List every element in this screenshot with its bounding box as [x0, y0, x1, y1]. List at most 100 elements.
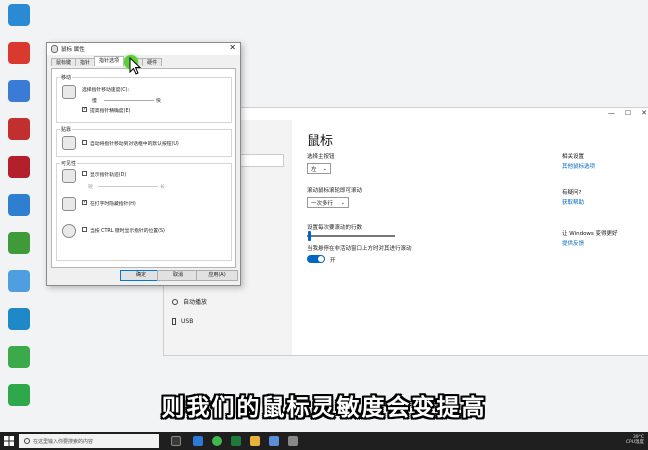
visibility-group-label: 可见性: [60, 160, 78, 167]
task-view-icon[interactable]: [171, 436, 181, 446]
trails-label: 显示指针轨迹(D): [90, 173, 127, 178]
desktop-icon[interactable]: [2, 194, 36, 217]
hide-pointer-icon: [62, 197, 76, 211]
primary-button-label: 选择主按钮: [307, 154, 335, 160]
feedback-link[interactable]: 提供反馈: [562, 239, 584, 247]
precision-checkbox[interactable]: ✓: [82, 107, 87, 112]
lines-slider-track[interactable]: [307, 235, 395, 237]
get-help-link[interactable]: 获取帮助: [562, 198, 584, 206]
maximize-button[interactable]: ☐: [625, 109, 631, 117]
subtitle-caption: 则我们的鼠标灵敏度会变提高: [161, 395, 487, 421]
chevron-down-icon: ⌄: [340, 199, 345, 206]
desktop-icon[interactable]: [2, 346, 36, 369]
app-icon: [8, 42, 30, 64]
toggle-state: 开: [330, 258, 336, 264]
pointer-options-panel: 移动 选择指针移动速度(C): 慢 快 ✓ 提高指针精确度(E) 贴靠 自动将指…: [51, 68, 236, 268]
sidebar-item-usb[interactable]: USB: [172, 318, 193, 325]
minimize-button[interactable]: —: [608, 109, 615, 117]
related-settings-title: 相关设置: [562, 154, 585, 160]
search-placeholder: 在这里输入你要搜索的内容: [33, 438, 94, 445]
desktop-icon[interactable]: [2, 308, 36, 331]
inactive-scroll-toggle[interactable]: [307, 255, 325, 263]
desktop-icon[interactable]: [2, 270, 36, 293]
desktop: — ☐ ✕ 自动播放 USB 鼠标 选择主按钮 左 ⌄ 滚动鼠标滚轮即可滚动 一…: [0, 0, 648, 432]
sidebar-item-label: 自动播放: [183, 299, 208, 306]
precision-label: 提高指针精确度(E): [90, 109, 131, 114]
app-icon: [8, 156, 30, 178]
desktop-icon[interactable]: [2, 156, 36, 179]
hide-checkbox[interactable]: ✓: [82, 200, 87, 205]
apply-button[interactable]: 应用(A): [196, 270, 238, 281]
settings-app-icon[interactable]: [288, 436, 298, 446]
excel-icon[interactable]: [231, 436, 241, 446]
question-title: 有疑问?: [562, 190, 582, 196]
pointer-trails-icon: [62, 169, 76, 183]
lines-slider-thumb[interactable]: [308, 231, 311, 241]
desktop-icon[interactable]: [2, 42, 36, 65]
dialog-titlebar: 鼠标 属性 ✕: [47, 43, 240, 55]
app-icon: [8, 346, 30, 368]
temperature-label: CPU温度: [625, 440, 644, 446]
app-icon: [8, 118, 30, 140]
cursor-arrow-icon: [129, 57, 142, 75]
snap-to-icon: [62, 136, 76, 150]
snap-label: 自动将指针移动到对话框中的默认按钮(U): [90, 142, 179, 147]
ok-button[interactable]: 确定: [120, 270, 162, 281]
sidebar-item-autoplay[interactable]: 自动播放: [172, 297, 207, 306]
app-icon-2[interactable]: [269, 436, 279, 446]
taskbar: 在这里输入你要搜索的内容 39°C CPU温度: [0, 432, 648, 450]
system-tray: 39°C CPU温度: [626, 435, 644, 446]
search-icon: [24, 438, 30, 444]
dialog-title: 鼠标 属性: [61, 47, 85, 53]
long-label: 长: [160, 185, 165, 190]
pointer-speed-icon: [62, 85, 76, 99]
app-icon[interactable]: [212, 436, 222, 446]
trails-checkbox[interactable]: [82, 171, 87, 176]
windows-start-icon[interactable]: [4, 436, 14, 446]
tab[interactable]: 指针: [75, 58, 96, 66]
desktop-icon[interactable]: [2, 232, 36, 255]
snap-checkbox[interactable]: [82, 140, 87, 145]
app-icon: [8, 80, 30, 102]
hide-label: 在打字时隐藏指针(H): [90, 202, 136, 207]
browser-icon[interactable]: [193, 436, 203, 446]
app-icon: [8, 4, 30, 26]
primary-button-select[interactable]: 左 ⌄: [307, 163, 331, 174]
slow-label: 慢: [92, 99, 97, 104]
trails-slider-track[interactable]: [98, 186, 158, 187]
scroll-label: 滚动鼠标滚轮即可滚动: [307, 188, 363, 194]
show-location-icon: [62, 224, 76, 238]
close-button[interactable]: ✕: [641, 109, 647, 117]
app-icon: [8, 232, 30, 254]
short-label: 短: [88, 185, 93, 190]
close-button[interactable]: ✕: [229, 43, 236, 52]
taskbar-search-input[interactable]: 在这里输入你要搜索的内容: [19, 434, 159, 448]
folder-icon[interactable]: [250, 436, 260, 446]
cancel-button[interactable]: 取消: [157, 270, 199, 281]
desktop-icon[interactable]: [2, 4, 36, 27]
dialog-tabs: 鼠标键指针指针选项滑轮硬件: [51, 56, 163, 66]
desktop-icon[interactable]: [2, 80, 36, 103]
app-icon: [8, 308, 30, 330]
lines-label: 设置每次要滚动的行数: [307, 225, 363, 231]
other-mouse-options-link[interactable]: 其他鼠标选项: [562, 162, 595, 170]
snap-group-label: 贴靠: [60, 126, 73, 133]
improve-title: 让 Windows 变得更好: [562, 231, 618, 237]
primary-button-value: 左: [311, 166, 317, 173]
tab[interactable]: 指针选项: [94, 56, 125, 66]
desktop-icon[interactable]: [2, 118, 36, 141]
ctrl-checkbox[interactable]: [82, 227, 87, 232]
sidebar-item-label: USB: [181, 318, 194, 325]
tab[interactable]: 鼠标键: [51, 58, 77, 66]
mouse-properties-dialog: 鼠标 属性 ✕ 鼠标键指针指针选项滑轮硬件 移动 选择指针移动速度(C): 慢 …: [46, 42, 241, 286]
scroll-select[interactable]: 一次多行 ⌄: [307, 197, 349, 208]
usb-icon: [172, 318, 176, 325]
scroll-value: 一次多行: [311, 200, 334, 207]
motion-group-label: 移动: [60, 74, 73, 81]
fast-label: 快: [156, 99, 161, 104]
tab[interactable]: 硬件: [142, 58, 163, 66]
app-icon: [8, 194, 30, 216]
speed-slider-track[interactable]: [104, 100, 154, 101]
app-icon: [8, 270, 30, 292]
ctrl-label: 当按 CTRL 键时显示指针的位置(S): [90, 229, 165, 234]
